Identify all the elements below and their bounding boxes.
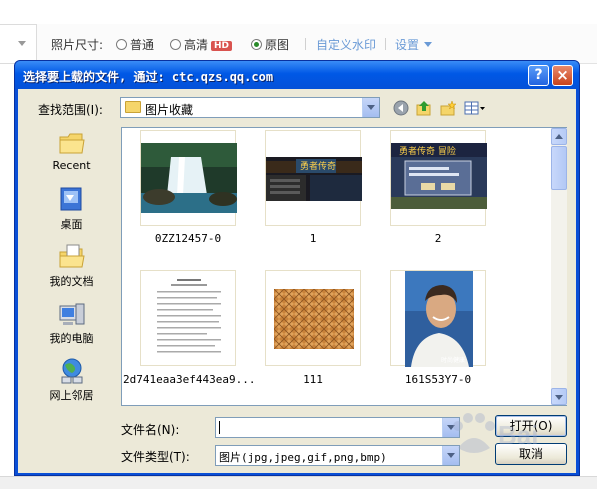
network-places-icon (61, 358, 83, 384)
open-button[interactable]: 打开(O) (495, 415, 567, 437)
cancel-button[interactable]: 取消 (495, 443, 567, 465)
size-option-hd[interactable]: 高清 HD (170, 36, 233, 53)
file-name-history-arrow[interactable] (442, 418, 459, 437)
dropdown-arrow-button[interactable] (362, 98, 379, 117)
file-name[interactable]: 111 (248, 373, 378, 386)
file-thumbnail[interactable]: 勇者传奇 (265, 130, 362, 226)
look-in-label: 查找范围(I): (38, 103, 103, 117)
file-type-label: 文件类型(T): (121, 450, 190, 464)
text-document-image (153, 275, 225, 363)
size-option-normal[interactable]: 普通 (116, 36, 154, 53)
file-type-value: 图片(jpg,jpeg,gif,png,bmp) (219, 451, 387, 464)
vertical-scrollbar[interactable] (551, 128, 567, 405)
file-thumbnail[interactable] (265, 270, 361, 366)
file-thumbnail[interactable]: 时尚健康 (390, 270, 486, 367)
radio-normal[interactable] (116, 39, 127, 50)
scrollbar-thumb[interactable] (551, 146, 567, 190)
size-option-original[interactable]: 原图 (251, 36, 289, 53)
photo-size-label: 照片尺寸: (51, 38, 104, 52)
radio-hd[interactable] (170, 39, 181, 50)
places-bar: Recent 桌面 我的文档 我的电脑 网上邻居 (25, 127, 118, 463)
file-thumbnail[interactable] (140, 270, 236, 366)
file-name-label: 文件名(N): (121, 423, 180, 437)
left-dropdown[interactable] (0, 24, 37, 64)
portrait-image: 时尚健康 (405, 271, 473, 367)
scroll-up-button[interactable] (551, 128, 567, 145)
chevron-down-icon (18, 41, 26, 46)
game-dialog-image: 勇者传奇 冒险 (391, 143, 487, 209)
view-menu-icon[interactable] (464, 100, 486, 116)
dialog-title: 选择要上载的文件, 通过: ctc.qzs.qq.com (23, 70, 274, 84)
file-type-dropdown-arrow[interactable] (442, 446, 459, 465)
back-icon[interactable] (393, 100, 409, 116)
file-name[interactable]: 161S53Y7-0 (373, 373, 503, 386)
game-screenshot-image: 勇者传奇 (266, 157, 362, 201)
place-my-computer[interactable]: 我的电脑 (25, 298, 118, 355)
file-thumbnail-view[interactable]: 0ZZ12457-0 勇者传奇 1 勇者传奇 冒险 2 2d741eaa3ef4… (121, 127, 567, 406)
dialog-client-area: 查找范围(I): 图片收藏 Recent 桌面 我的文档 我的电脑 网上邻居 0… (18, 89, 576, 473)
file-name[interactable]: 1 (248, 232, 378, 245)
close-button[interactable]: × (552, 65, 573, 86)
file-name[interactable]: 2d741eaa3ef443ea9... (123, 373, 255, 386)
look-in-dropdown[interactable]: 图片收藏 (120, 97, 380, 118)
waterfall-image (141, 143, 237, 213)
desktop-icon (60, 187, 82, 211)
file-name[interactable]: 2 (373, 232, 503, 245)
svg-text:时尚健康: 时尚健康 (441, 356, 465, 364)
file-name[interactable]: 0ZZ12457-0 (123, 232, 253, 245)
place-desktop[interactable]: 桌面 (25, 184, 118, 241)
my-documents-icon (59, 244, 85, 268)
svg-text:勇者传奇: 勇者传奇 (300, 160, 336, 172)
folder-icon (125, 101, 141, 113)
woven-texture-image (274, 289, 354, 349)
file-thumbnail[interactable]: 勇者传奇 冒险 (390, 130, 487, 226)
hd-badge: HD (211, 41, 233, 51)
scroll-down-button[interactable] (551, 388, 567, 405)
divider (385, 38, 386, 50)
settings-link[interactable]: 设置 (395, 36, 433, 53)
page-bottom-bar (0, 476, 597, 489)
new-folder-icon[interactable] (440, 100, 456, 116)
my-computer-icon (59, 303, 85, 325)
file-thumbnail[interactable] (140, 130, 237, 226)
file-upload-dialog: 选择要上载的文件, 通过: ctc.qzs.qq.com ? × 查找范围(I)… (14, 60, 580, 476)
divider (305, 38, 306, 50)
place-recent[interactable]: Recent (25, 127, 118, 184)
dialog-title-bar[interactable]: 选择要上载的文件, 通过: ctc.qzs.qq.com ? × (15, 61, 579, 89)
up-folder-icon[interactable] (416, 100, 432, 116)
file-name-input[interactable] (215, 417, 460, 438)
place-network[interactable]: 网上邻居 (25, 355, 118, 412)
file-type-dropdown[interactable]: 图片(jpg,jpeg,gif,png,bmp) (215, 445, 460, 466)
custom-watermark-link[interactable]: 自定义水印 (316, 36, 376, 53)
place-my-documents[interactable]: 我的文档 (25, 241, 118, 298)
look-in-value: 图片收藏 (145, 103, 194, 117)
chevron-down-icon (424, 42, 433, 47)
text-cursor (219, 421, 220, 434)
svg-text:勇者传奇 冒险: 勇者传奇 冒险 (399, 145, 456, 157)
help-button[interactable]: ? (528, 65, 549, 86)
radio-original[interactable] (251, 39, 262, 50)
recent-folder-icon (59, 133, 85, 154)
